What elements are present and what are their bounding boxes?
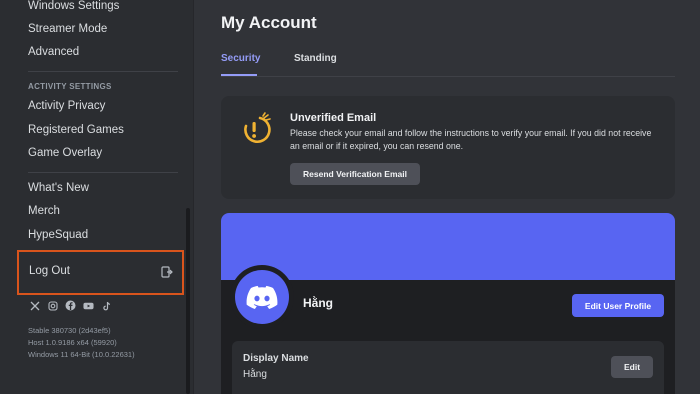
sidebar-scrollbar[interactable] [186, 208, 190, 394]
sidebar-item-registered-games[interactable]: Registered Games [28, 124, 124, 136]
build-info-os: Windows 11 64-Bit (10.0.22631) [28, 350, 135, 359]
sidebar-item-streamer-mode[interactable]: Streamer Mode [28, 23, 107, 35]
sidebar-item-advanced[interactable]: Advanced [28, 46, 79, 58]
x-icon[interactable] [29, 300, 40, 311]
sidebar-divider [28, 172, 178, 173]
notice-text: Please check your email and follow the i… [290, 128, 652, 151]
sidebar-item-windows-settings[interactable]: Windows Settings [28, 0, 119, 12]
youtube-icon[interactable] [83, 300, 94, 311]
sidebar-item-activity-privacy[interactable]: Activity Privacy [28, 100, 105, 112]
edit-user-profile-button[interactable]: Edit User Profile [572, 294, 664, 317]
profile-banner [221, 213, 675, 280]
build-info-stable: Stable 380730 (2d43ef5) [28, 326, 111, 335]
sidebar-item-game-overlay[interactable]: Game Overlay [28, 147, 102, 159]
build-info-host: Host 1.0.9186 x64 (59920) [28, 338, 117, 347]
sidebar-separator [193, 0, 194, 394]
tiktok-icon[interactable] [101, 300, 112, 311]
avatar[interactable] [230, 265, 294, 329]
discord-logo-avatar [235, 270, 289, 324]
page-title: My Account [221, 13, 317, 32]
settings-sidebar: Windows Settings Streamer Mode Advanced … [0, 0, 193, 394]
tabs-divider [221, 76, 675, 77]
sidebar-item-hypesquad[interactable]: HypeSquad [28, 229, 88, 241]
sidebar-divider [28, 71, 178, 72]
user-profile-card: Hằng Edit User Profile Display Name Hằng… [221, 213, 675, 394]
notice-title: Unverified Email [290, 112, 377, 124]
tab-standing[interactable]: Standing [294, 53, 337, 64]
social-links [29, 300, 112, 311]
resend-verification-button[interactable]: Resend Verification Email [290, 163, 420, 185]
display-name-value: Hằng [243, 369, 267, 380]
discord-icon [246, 285, 278, 309]
sidebar-item-whats-new[interactable]: What's New [28, 182, 89, 194]
logout-button[interactable]: Log Out [17, 250, 184, 295]
sidebar-item-merch[interactable]: Merch [28, 205, 60, 217]
warning-icon [244, 112, 271, 144]
sidebar-section-header: ACTIVITY SETTINGS [28, 82, 112, 91]
logout-icon [161, 266, 173, 278]
logout-label: Log Out [29, 265, 70, 277]
account-info-panel: Display Name Hằng Edit [232, 341, 664, 394]
edit-display-name-button[interactable]: Edit [611, 356, 653, 378]
facebook-icon[interactable] [65, 300, 76, 311]
instagram-icon[interactable] [47, 300, 58, 311]
display-name-label: Display Name [243, 353, 309, 364]
unverified-email-notice: Unverified Email Please check your email… [221, 96, 675, 199]
tab-security[interactable]: Security [221, 53, 260, 64]
profile-username: Hằng [303, 296, 333, 310]
